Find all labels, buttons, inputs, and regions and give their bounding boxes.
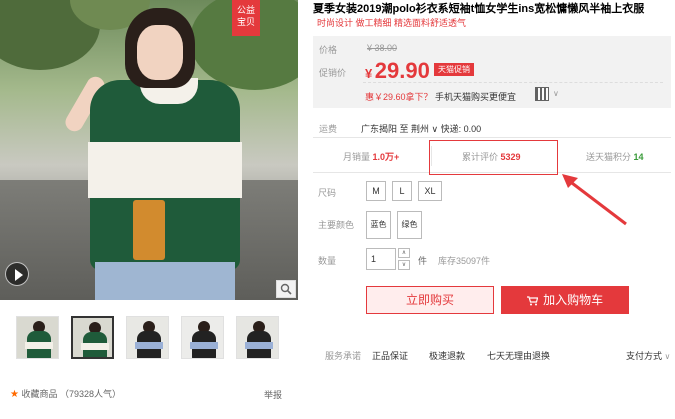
play-video-icon[interactable] — [5, 262, 29, 286]
currency-symbol: ¥ — [365, 66, 373, 81]
quantity-label: 数量 — [318, 256, 337, 266]
thumbnail[interactable] — [126, 316, 169, 359]
original-price-label: 价格 — [319, 45, 338, 55]
payment-label: 支付方式 — [626, 351, 663, 361]
favorite-label: 收藏商品 — [21, 389, 58, 399]
promo-price: ¥ 29.90 — [365, 58, 430, 84]
cart-icon — [526, 296, 539, 306]
annotation-arrow-icon — [562, 174, 627, 226]
size-option-l[interactable]: L — [392, 181, 412, 201]
buy-now-button[interactable]: 立即购买 — [366, 286, 494, 314]
service-genuine[interactable]: 正品保证 — [372, 349, 408, 362]
service-fast-refund[interactable]: 极速退款 — [429, 349, 465, 362]
chevron-down-icon[interactable]: ∨ — [553, 89, 559, 98]
size-option-xl[interactable]: XL — [418, 181, 442, 201]
size-label: 尺码 — [318, 188, 337, 198]
shipping-destination-select[interactable]: 广东揭阳 至 荆州 ∨ 快递: 0.00 — [361, 122, 481, 135]
monthly-sales-label: 月销量 — [343, 152, 371, 162]
tmall-points: 送天猫积分 14 — [586, 150, 644, 163]
report-link[interactable]: 举报 — [264, 388, 282, 401]
shipping-label: 运费 — [319, 124, 338, 134]
promo-price-label: 促销价 — [319, 68, 347, 78]
badge-line-1: 公益 — [236, 5, 255, 15]
quantity-decrease-button[interactable]: ∨ — [398, 260, 410, 270]
quantity-input[interactable]: 1 — [366, 248, 396, 270]
points-value: 14 — [633, 152, 644, 162]
monthly-sales-value: 1.0万+ — [372, 152, 400, 162]
color-option-green[interactable]: 绿色 — [397, 211, 422, 239]
thumbnail[interactable] — [16, 316, 59, 359]
monthly-sales: 月销量 1.0万+ — [343, 150, 399, 163]
mobile-price-link[interactable]: 惠￥29.60拿下？ 手机天猫购买更便宜 — [365, 90, 516, 103]
quantity-increase-button[interactable]: ∧ — [398, 248, 410, 258]
thumbnail-strip — [16, 316, 286, 360]
magnifier-icon — [280, 283, 292, 295]
stock-count: 库存35097件 — [438, 256, 491, 266]
color-option-blue[interactable]: 蓝色 — [366, 211, 391, 239]
color-label: 主要颜色 — [318, 220, 355, 230]
service-7day-return[interactable]: 七天无理由退换 — [487, 349, 550, 362]
add-to-cart-label: 加入购物车 — [543, 293, 604, 307]
size-option-m[interactable]: M — [366, 181, 386, 201]
product-subtitle: 时尚设计 做工精细 精选面料舒适透气 — [317, 18, 467, 28]
price-panel: 价格 ¥ 38.00 促销价 ¥ 29.90 天猫促销 惠￥29.60拿下？ 手… — [313, 36, 671, 108]
quantity-unit: 件 — [418, 256, 428, 266]
star-icon: ★ — [10, 389, 19, 400]
mobile-price-text: 手机天猫购买更便宜 — [435, 92, 517, 102]
add-to-cart-button[interactable]: 加入购物车 — [501, 286, 629, 314]
payment-methods-dropdown[interactable]: 支付方式 ∨ — [626, 349, 670, 362]
original-price: ¥ 38.00 — [367, 43, 398, 53]
mobile-price-highlight: 惠￥29.60拿下？ — [365, 92, 433, 102]
thumbnail-active[interactable] — [71, 316, 114, 359]
chevron-down-icon: ∨ — [664, 352, 671, 361]
charity-badge: 公益 宝贝 — [232, 0, 260, 36]
product-title: 夏季女装2019潮polo衫衣系短袖t恤女学生ins宽松慵懒风半袖上衣服 — [313, 3, 645, 15]
main-product-image[interactable] — [0, 0, 298, 300]
thumbnail[interactable] — [236, 316, 279, 359]
promo-price-value: 29.90 — [374, 58, 430, 83]
divider — [363, 82, 663, 83]
zoom-button[interactable] — [276, 280, 296, 298]
qr-code-icon[interactable] — [535, 87, 549, 101]
popularity-count: （79328人气） — [60, 389, 122, 399]
favorite-link[interactable]: ★ 收藏商品 （79328人气） — [10, 387, 121, 400]
thumbnail[interactable] — [181, 316, 224, 359]
annotation-highlight-box — [429, 140, 558, 175]
promo-tag: 天猫促销 — [434, 63, 474, 76]
service-label: 服务承诺 — [325, 351, 362, 361]
badge-line-2: 宝贝 — [236, 17, 255, 27]
points-label: 送天猫积分 — [586, 152, 632, 162]
